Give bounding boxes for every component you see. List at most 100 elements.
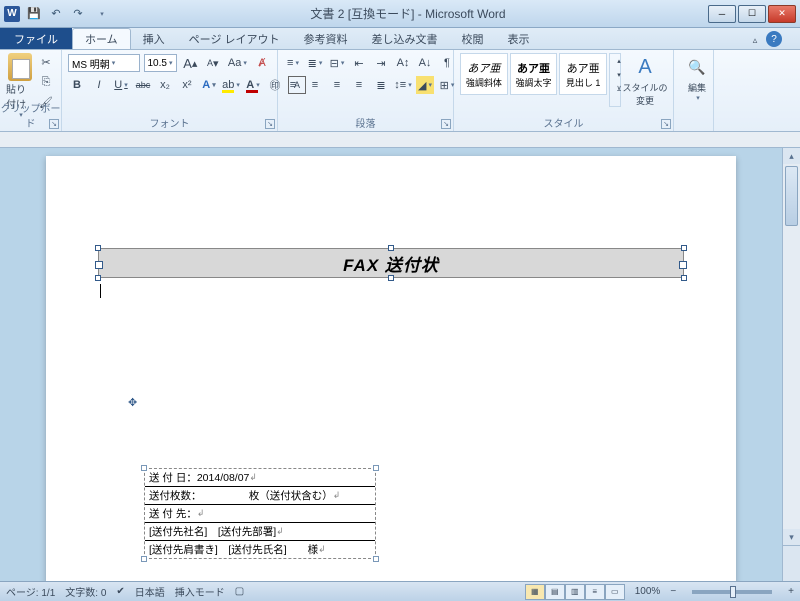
group-editing: 🔍 編集 ▾ [674, 50, 714, 131]
group-paragraph: ≡▾ ≣▾ ⊟▾ ⇤ ⇥ A↕ A↓ ¶ ≡ ≡ ≡ ≡ ≣ ↕≡▾ ◢▾ ⊞▾… [278, 50, 454, 131]
editing-button[interactable]: 🔍 編集 ▾ [680, 53, 714, 102]
font-name-combo[interactable]: MS 明朝▾ [68, 54, 140, 72]
help-icon[interactable]: ? [766, 31, 782, 47]
status-word-count[interactable]: 文字数: 0 [65, 584, 106, 599]
text-cursor [100, 284, 686, 298]
bold-button[interactable]: B [68, 76, 86, 94]
ribbon-tabs: ファイル ホーム 挿入 ページ レイアウト 参考資料 差し込み文書 校閲 表示 … [0, 28, 800, 50]
decrease-indent-button[interactable]: ⇤ [350, 54, 368, 72]
view-draft[interactable]: ▭ [605, 584, 625, 600]
superscript-button[interactable]: x² [178, 76, 196, 94]
view-outline[interactable]: ≡ [585, 584, 605, 600]
change-styles-button[interactable]: A スタイルの 変更 [623, 53, 667, 107]
multilevel-button[interactable]: ⊟▾ [328, 54, 346, 72]
quick-access-toolbar: 💾 ↶ ↷ ▾ [26, 6, 110, 22]
save-icon[interactable]: 💾 [26, 6, 42, 22]
view-print-layout[interactable]: ▦ [525, 584, 545, 600]
fax-title-cell[interactable]: FAX 送付状 [98, 248, 684, 278]
qat-customize-icon[interactable]: ▾ [94, 6, 110, 22]
style-emphasis-italic[interactable]: あア亜強調斜体 [460, 53, 508, 95]
vertical-scrollbar[interactable]: ▴ ▾ [782, 148, 800, 581]
group-paragraph-label: 段落 [278, 115, 453, 130]
horizontal-ruler[interactable] [0, 132, 800, 148]
style-heading1[interactable]: あア亜見出し 1 [559, 53, 607, 95]
scroll-down-icon[interactable]: ▾ [783, 529, 800, 545]
zoom-out-button[interactable]: − [670, 586, 676, 597]
clipboard-dialog-launcher[interactable]: ↘ [49, 119, 59, 129]
sender-info-box[interactable]: 送 付 日：2014/08/07↲ 送付枚数： 枚（送付状含む）↲ 送 付 先：… [144, 468, 376, 559]
styles-dialog-launcher[interactable]: ↘ [661, 119, 671, 129]
tab-references[interactable]: 参考資料 [292, 28, 360, 49]
italic-button[interactable]: I [90, 76, 108, 94]
grow-font-button[interactable]: A▴ [181, 54, 200, 72]
distribute-button[interactable]: ≣ [372, 76, 390, 94]
highlight-button[interactable]: ab▾ [222, 76, 240, 94]
tab-view[interactable]: 表示 [496, 28, 542, 49]
style-emphasis-bold[interactable]: あア亜強調太字 [510, 53, 558, 95]
status-page[interactable]: ページ: 1/1 [6, 584, 55, 599]
document-scroll[interactable]: ✥ FAX 送付状 送 付 日：2014/08/07↲ 送付枚数： 枚（送付状含… [0, 148, 782, 581]
redo-icon[interactable]: ↷ [70, 6, 86, 22]
zoom-knob[interactable] [730, 586, 736, 598]
view-buttons: ▦ ▤ ▥ ≡ ▭ [525, 584, 625, 600]
strike-button[interactable]: abc [134, 76, 152, 94]
tab-file[interactable]: ファイル [0, 28, 72, 49]
browse-object-nav[interactable] [783, 545, 800, 581]
change-case-button[interactable]: Aa▾ [226, 54, 249, 72]
tab-page-layout[interactable]: ページ レイアウト [177, 28, 292, 49]
status-insert-mode[interactable]: 挿入モード [175, 584, 225, 599]
word-app-icon: W [4, 6, 20, 22]
tab-mailings[interactable]: 差し込み文書 [360, 28, 450, 49]
window-controls: ─ ☐ ✕ [706, 5, 796, 23]
font-color-button[interactable]: A▾ [244, 76, 262, 94]
window-title: 文書 2 [互換モード] - Microsoft Word [110, 5, 706, 22]
cut-icon[interactable]: ✂ [36, 53, 56, 71]
undo-icon[interactable]: ↶ [48, 6, 64, 22]
align-right-button[interactable]: ≡ [328, 76, 346, 94]
status-zoom[interactable]: 100% [635, 586, 661, 597]
scroll-up-icon[interactable]: ▴ [783, 148, 800, 164]
status-language[interactable]: 日本語 [135, 584, 165, 599]
group-font: MS 明朝▾ 10.5▾ A▴ A▾ Aa▾ Ⱥ B I U▾ abc x₂ x… [62, 50, 278, 131]
tab-review[interactable]: 校閲 [450, 28, 496, 49]
view-fullscreen[interactable]: ▤ [545, 584, 565, 600]
text-direction-button[interactable]: A↕ [394, 54, 412, 72]
increase-indent-button[interactable]: ⇥ [372, 54, 390, 72]
proofing-icon[interactable]: ✔ [116, 586, 124, 597]
shading-button[interactable]: ◢▾ [416, 76, 434, 94]
underline-button[interactable]: U▾ [112, 76, 130, 94]
font-size-combo[interactable]: 10.5▾ [144, 54, 177, 72]
align-center-button[interactable]: ≡ [306, 76, 324, 94]
minimize-ribbon-icon[interactable]: ▵ [746, 31, 764, 49]
font-dialog-launcher[interactable]: ↘ [265, 119, 275, 129]
view-web[interactable]: ▥ [565, 584, 585, 600]
zoom-slider[interactable] [692, 590, 772, 594]
paragraph-dialog-launcher[interactable]: ↘ [441, 119, 451, 129]
group-styles-label: スタイル [454, 115, 673, 130]
tab-home[interactable]: ホーム [72, 28, 131, 49]
field-send-to: 送 付 先： [149, 506, 197, 521]
ribbon: 貼り付け ▾ ✂ ⎘ 🖌 クリップボード ↘ MS 明朝▾ 10.5▾ A▴ A… [0, 50, 800, 132]
document-area: ✥ FAX 送付状 送 付 日：2014/08/07↲ 送付枚数： 枚（送付状含… [0, 132, 800, 581]
scroll-thumb[interactable] [785, 166, 798, 226]
line-spacing-button[interactable]: ↕≡▾ [394, 76, 412, 94]
align-left-button[interactable]: ≡ [284, 76, 302, 94]
minimize-button[interactable]: ─ [708, 5, 736, 23]
status-bar: ページ: 1/1 文字数: 0 ✔ 日本語 挿入モード ▢ ▦ ▤ ▥ ≡ ▭ … [0, 581, 800, 601]
subscript-button[interactable]: x₂ [156, 76, 174, 94]
table-move-handle-icon[interactable]: ✥ [128, 396, 137, 409]
bullets-button[interactable]: ≡▾ [284, 54, 302, 72]
maximize-button[interactable]: ☐ [738, 5, 766, 23]
justify-button[interactable]: ≡ [350, 76, 368, 94]
macro-record-icon[interactable]: ▢ [235, 586, 244, 597]
close-button[interactable]: ✕ [768, 5, 796, 23]
zoom-in-button[interactable]: + [788, 586, 794, 597]
page[interactable]: ✥ FAX 送付状 送 付 日：2014/08/07↲ 送付枚数： 枚（送付状含… [46, 156, 736, 581]
clear-format-button[interactable]: Ⱥ [253, 54, 271, 72]
copy-icon[interactable]: ⎘ [36, 73, 56, 91]
shrink-font-button[interactable]: A▾ [204, 54, 222, 72]
tab-insert[interactable]: 挿入 [131, 28, 177, 49]
numbering-button[interactable]: ≣▾ [306, 54, 324, 72]
text-effects-button[interactable]: A▾ [200, 76, 218, 94]
sort-button[interactable]: A↓ [416, 54, 434, 72]
